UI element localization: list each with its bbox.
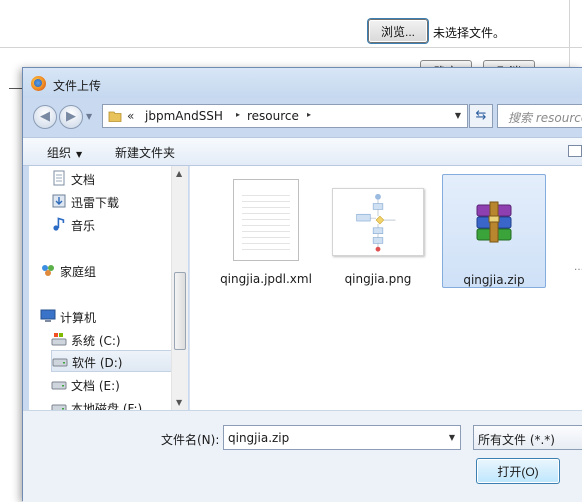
organize-label: 组织	[47, 146, 72, 160]
scroll-down-icon[interactable]: ▼	[176, 398, 182, 407]
system-drive-icon	[51, 333, 67, 346]
filetype-value: 所有文件 (*.*)	[478, 433, 555, 447]
download-folder-icon	[52, 194, 66, 208]
nav-item-label: 迅雷下载	[71, 196, 120, 210]
nav-item-label: 计算机	[60, 311, 97, 325]
dialog-title: 文件上传	[53, 79, 102, 93]
new-folder-button[interactable]: 新建文件夹	[115, 144, 175, 161]
nav-item-label: 家庭组	[60, 265, 97, 279]
forward-arrow-icon[interactable]: ▶	[59, 105, 83, 129]
nav-item-documents[interactable]: 文档	[51, 168, 171, 190]
open-button[interactable]: 打开(O)	[476, 458, 560, 484]
nav-item-label: 本地磁盘 (F:)	[71, 402, 143, 410]
navigation-pane: 文档 迅雷下载 音乐 家庭组 计算机 系统 (C:) 软件 (D:) 文档 (E…	[29, 166, 188, 410]
search-placeholder: 搜索 resource	[508, 111, 582, 125]
partial-item: …	[574, 262, 582, 276]
filetype-select[interactable]: 所有文件 (*.*)	[473, 425, 582, 450]
breadcrumb-jbpmandssh[interactable]: jbpmAndSSH	[145, 109, 223, 123]
nav-item-drive-e[interactable]: 文档 (E:)	[51, 374, 171, 396]
address-bar[interactable]: « jbpmAndSSH ▸ resource ▸ ▼	[102, 104, 468, 128]
firefox-icon	[31, 76, 46, 91]
nav-item-drive-f[interactable]: 本地磁盘 (F:)	[51, 397, 171, 410]
nav-scrollbar[interactable]: ▲ ▼	[171, 166, 188, 410]
nav-item-label: 文档	[71, 173, 96, 187]
nav-item-drive-d[interactable]: 软件 (D:)	[51, 350, 183, 372]
dialog-titlebar[interactable]: 文件上传	[23, 68, 582, 98]
scrollbar-thumb[interactable]	[174, 272, 186, 350]
file-upload-dialog: 文件上传 ◀ ▶ ▼ « jbpmAndSSH ▸ resource ▸ ▼ ⇆…	[22, 67, 582, 502]
documents-icon	[53, 170, 65, 186]
nav-item-xunlei-download[interactable]: 迅雷下载	[51, 191, 171, 213]
filename-value: qingjia.zip	[228, 431, 290, 445]
music-icon	[53, 217, 65, 231]
no-file-selected-text: 未选择文件。	[433, 26, 506, 40]
drive-icon	[51, 404, 67, 410]
navigation-row: ◀ ▶ ▼ « jbpmAndSSH ▸ resource ▸ ▼ ⇆ 搜索 r…	[23, 98, 582, 132]
nav-item-label: 文档 (E:)	[71, 379, 120, 393]
file-item-png[interactable]: qingjia.png	[326, 174, 430, 288]
folder-icon	[108, 111, 122, 122]
view-options-icon[interactable]	[568, 145, 582, 157]
back-arrow-icon[interactable]: ◀	[33, 105, 57, 129]
nav-item-label: 软件 (D:)	[72, 356, 123, 370]
file-item-xml[interactable]: qingjia.jpdl.xml	[214, 174, 318, 288]
refresh-icon[interactable]: ⇆	[469, 104, 493, 128]
drive-icon	[51, 381, 67, 390]
search-input[interactable]: 搜索 resource	[497, 104, 582, 128]
computer-icon	[40, 309, 56, 322]
chevron-down-icon[interactable]: ▼	[449, 433, 455, 442]
homegroup-icon	[42, 265, 54, 276]
breadcrumb-arrow-icon[interactable]: ▸	[236, 110, 240, 119]
nav-item-homegroup[interactable]: 家庭组	[40, 260, 170, 282]
history-dropdown-icon[interactable]: ▼	[86, 112, 92, 121]
file-name: qingjia.zip	[463, 273, 525, 287]
page-divider	[0, 47, 582, 48]
nav-item-music[interactable]: 音乐	[51, 214, 171, 236]
drive-icon	[52, 358, 68, 367]
browse-button[interactable]: 浏览...	[368, 19, 428, 43]
xml-file-icon	[233, 179, 299, 261]
filename-input[interactable]: qingjia.zip ▼	[223, 425, 461, 450]
nav-item-label: 系统 (C:)	[71, 334, 121, 348]
organize-button[interactable]: 组织 ▼	[47, 144, 82, 161]
file-item-zip[interactable]: qingjia.zip	[442, 174, 546, 288]
dialog-footer: 文件名(N): qingjia.zip ▼ 所有文件 (*.*) 打开(O)	[23, 410, 582, 502]
breadcrumb-arrow-icon[interactable]: ▸	[307, 110, 311, 119]
chevron-down-icon: ▼	[76, 150, 83, 159]
address-dropdown-icon[interactable]: ▼	[455, 111, 461, 120]
nav-item-computer[interactable]: 计算机	[40, 306, 170, 328]
file-list-pane: qingjia.jpdl.xml qingjia.png qingjia.zip	[189, 166, 582, 410]
nav-item-drive-c[interactable]: 系统 (C:)	[51, 329, 171, 351]
file-name: qingjia.jpdl.xml	[220, 272, 312, 286]
breadcrumb-resource[interactable]: resource	[247, 109, 299, 123]
file-name: qingjia.png	[344, 272, 412, 286]
filename-label: 文件名(N):	[161, 433, 220, 447]
overflow-chevron-icon[interactable]: «	[127, 109, 134, 123]
image-thumbnail	[332, 188, 424, 256]
scroll-up-icon[interactable]: ▲	[176, 169, 182, 178]
dialog-toolbar: 组织 ▼ 新建文件夹	[23, 137, 582, 166]
winrar-archive-icon	[476, 201, 512, 243]
nav-item-label: 音乐	[71, 219, 96, 233]
